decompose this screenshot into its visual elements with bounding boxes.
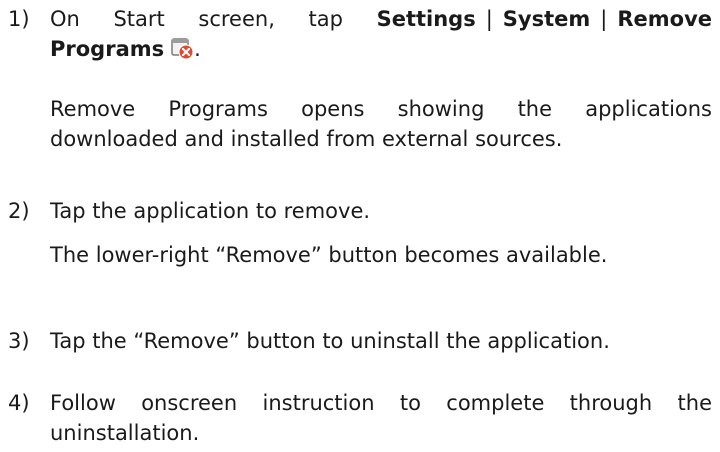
step-1-note: Remove Programs opens showing the applic…	[50, 97, 712, 151]
remove-programs-icon	[170, 36, 194, 60]
step-number: 2)	[8, 199, 30, 223]
step-1: 1) On Start screen, tap Settings | System |…	[8, 4, 712, 64]
step-number: 4)	[8, 391, 30, 415]
step-2-note: The lower-right “Remove” button becomes …	[50, 243, 608, 267]
instruction-document: 1) On Start screen, tap Settings | System |…	[0, 0, 720, 452]
step-4: 4) Follow onscreen instruction to comple…	[8, 388, 712, 448]
step-prefix: On Start screen, tap	[50, 7, 377, 31]
settings-label: Settings	[376, 7, 476, 31]
step-3: 3) Tap the “Remove” button to uninstall …	[8, 326, 712, 356]
step-2: 2) Tap the application to remove.	[8, 196, 712, 226]
step-text: On Start screen, tap Settings | System | Rem…	[50, 4, 712, 64]
step-text: Tap the application to remove.	[50, 199, 371, 223]
step-suffix: .	[194, 37, 201, 61]
separator: |	[485, 7, 493, 31]
step-number: 3)	[8, 329, 30, 353]
step-text: Follow onscreen instruction to complete …	[50, 391, 712, 445]
system-label: System	[502, 7, 591, 31]
separator: |	[600, 7, 608, 31]
step-text: Tap the “Remove” button to uninstall the…	[50, 329, 610, 353]
step-number: 1)	[8, 7, 30, 31]
